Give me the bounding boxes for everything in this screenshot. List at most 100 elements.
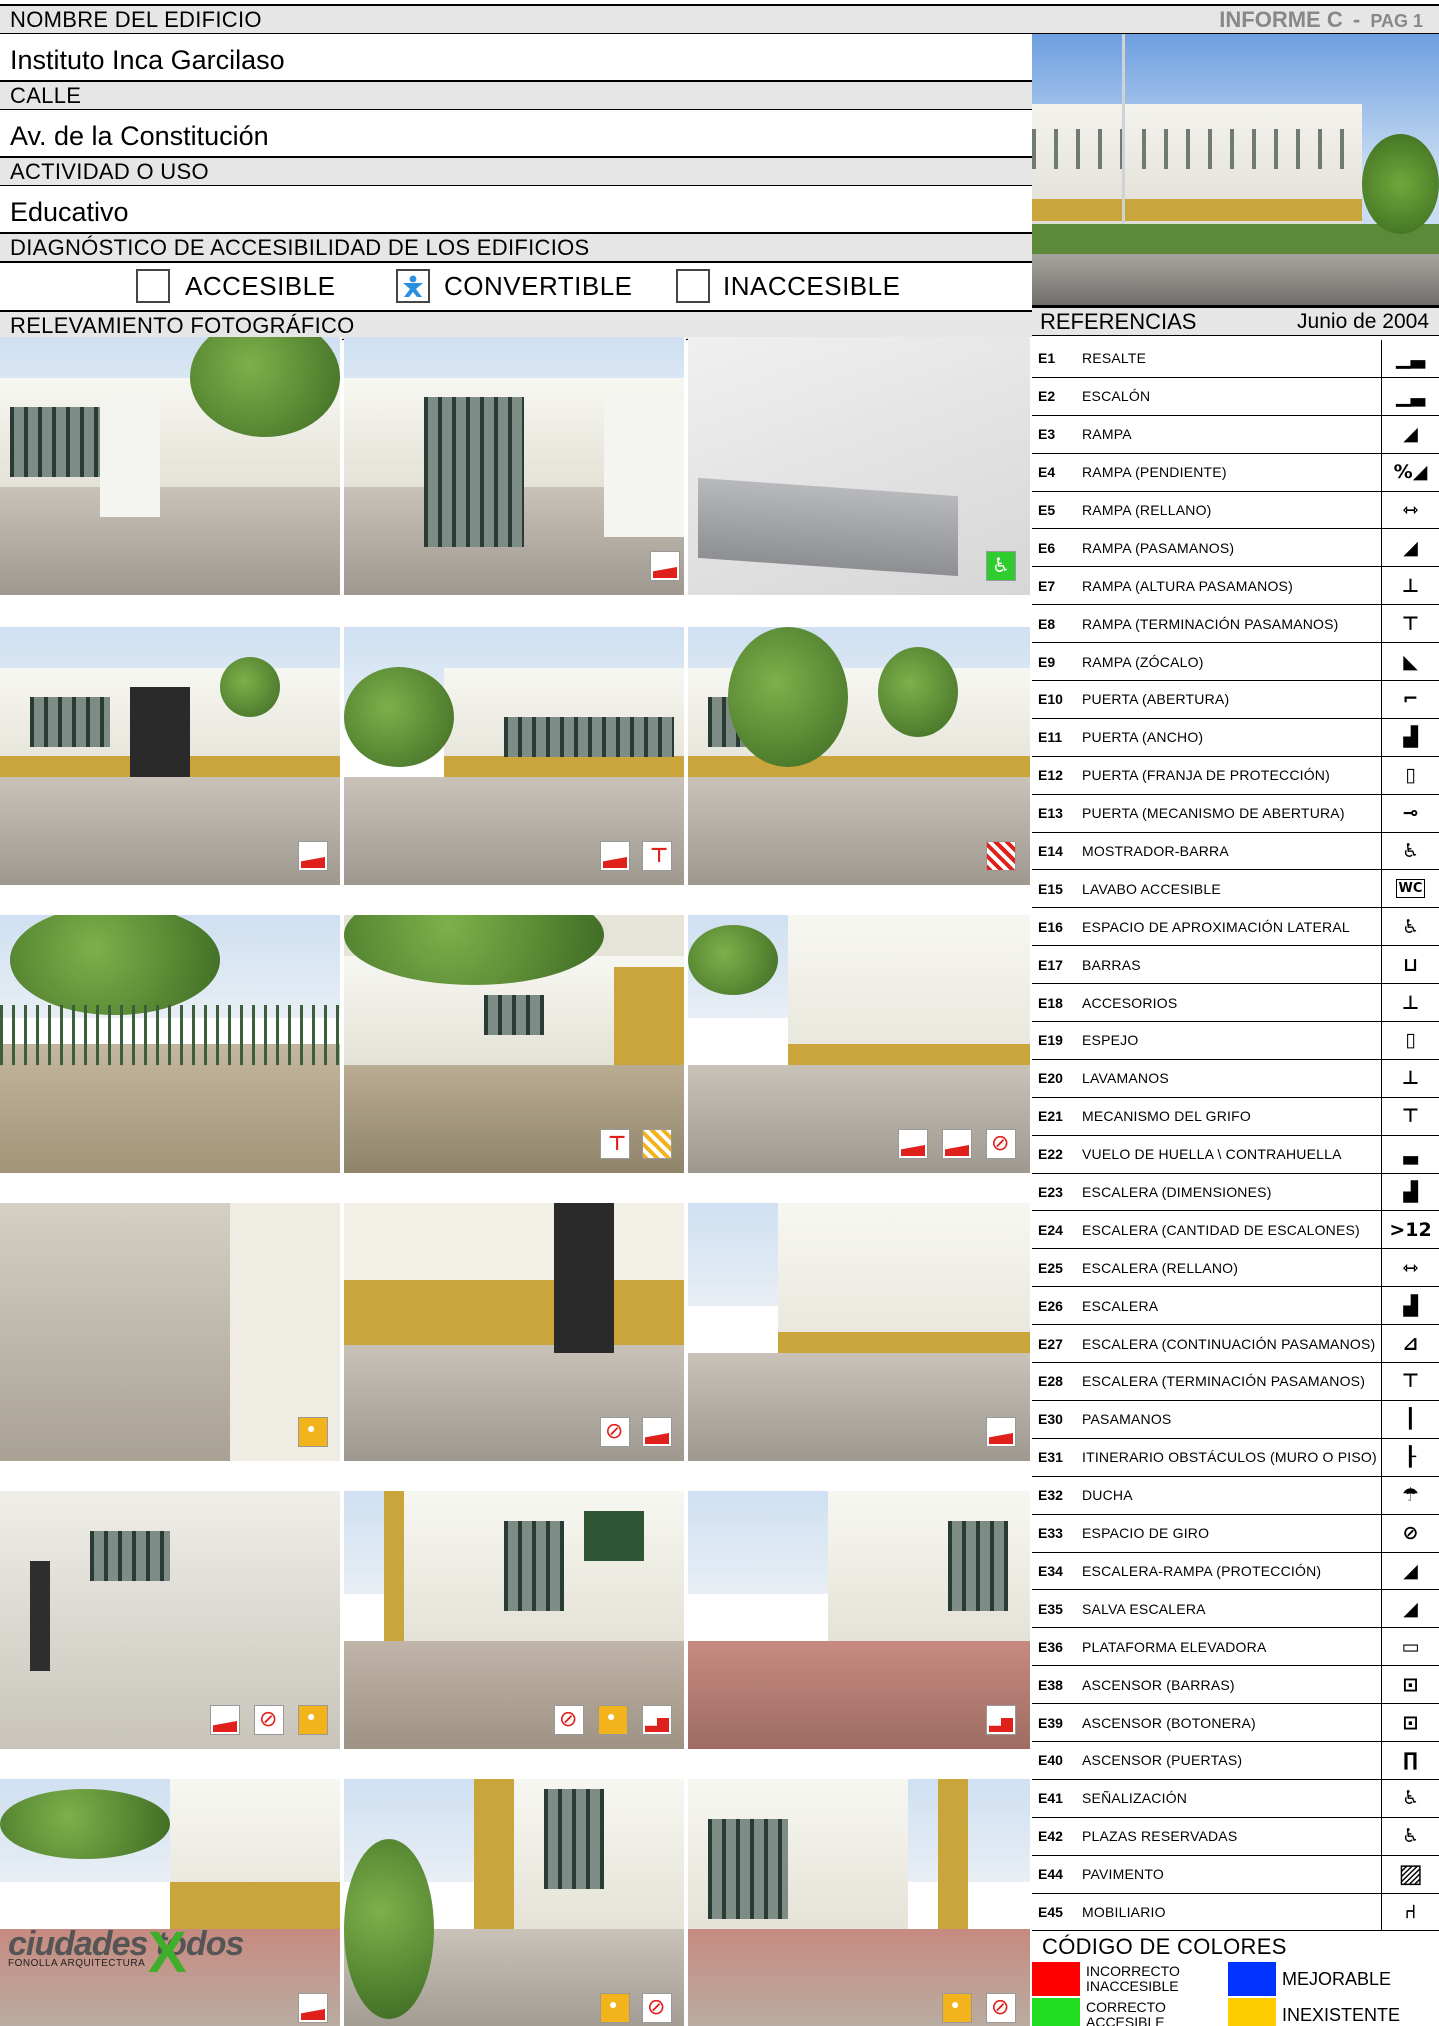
reference-code: E2 xyxy=(1038,388,1056,405)
survey-photo[interactable] xyxy=(344,1779,686,2026)
stair-lift-icon: ◢ xyxy=(1381,1590,1439,1628)
reference-name: LAVABO ACCESIBLE xyxy=(1082,880,1221,897)
reference-name: LAVAMANOS xyxy=(1082,1070,1169,1087)
report-page: PAG 1 xyxy=(1370,11,1423,31)
reference-code: E12 xyxy=(1038,767,1063,784)
turning-space-badge xyxy=(254,1705,284,1735)
pavement-icon: ▨ xyxy=(1381,1855,1439,1893)
grab-bars-icon: ⊔ xyxy=(1381,946,1439,984)
reference-code: E34 xyxy=(1038,1562,1063,1579)
incorrect-badge xyxy=(942,1129,972,1159)
survey-photo[interactable] xyxy=(688,1203,1032,1461)
reference-row: E41 SEÑALIZACIÓN ♿ xyxy=(1032,1779,1439,1818)
survey-photo[interactable] xyxy=(688,1779,1032,2026)
reference-row: E1 RESALTE ▁▃ xyxy=(1032,340,1439,378)
turning-space-badge xyxy=(986,1993,1016,2023)
accessories-icon: ⊥ xyxy=(1381,984,1439,1022)
yellow-swatch xyxy=(1228,1998,1276,2026)
photo-survey-label: RELEVAMIENTO FOTOGRÁFICO xyxy=(0,310,1032,340)
reference-row: E7 RAMPA (ALTURA PASAMANOS) ⊥ xyxy=(1032,567,1439,606)
reference-code: E8 xyxy=(1038,615,1056,632)
survey-photo[interactable] xyxy=(0,627,342,885)
survey-photo[interactable] xyxy=(0,1203,342,1461)
incorrect-badge xyxy=(986,1417,1016,1447)
reference-name: RAMPA (TERMINACIÓN PASAMANOS) xyxy=(1082,615,1339,632)
reference-code: E26 xyxy=(1038,1297,1063,1314)
missing-badge xyxy=(298,1705,328,1735)
reference-name: DUCHA xyxy=(1082,1487,1133,1504)
survey-photo[interactable] xyxy=(0,1491,342,1749)
reference-name: MOBILIARIO xyxy=(1082,1903,1166,1920)
reference-row: E10 PUERTA (ABERTURA) ⌐ xyxy=(1032,681,1439,719)
handrail-incorrect-badge xyxy=(642,841,672,871)
survey-photo[interactable] xyxy=(0,337,342,595)
step-icon: ▁▃ xyxy=(1381,340,1439,377)
reference-code: E20 xyxy=(1038,1070,1063,1087)
reference-name: PLATAFORMA ELEVADORA xyxy=(1082,1638,1267,1655)
reference-code: E16 xyxy=(1038,918,1063,935)
report-separator: - xyxy=(1352,7,1361,32)
reference-code: E10 xyxy=(1038,691,1063,708)
reference-code: E13 xyxy=(1038,805,1063,822)
reference-code: E24 xyxy=(1038,1221,1063,1238)
reference-name: RAMPA (PENDIENTE) xyxy=(1082,464,1227,481)
reference-name: VUELO DE HUELLA \ CONTRAHUELLA xyxy=(1082,1146,1342,1163)
reference-name: ESPACIO DE GIRO xyxy=(1082,1525,1210,1542)
survey-photo[interactable] xyxy=(344,627,686,885)
color-code-grid: INCORRECTO INACCESIBLE MEJORABLE CORRECT… xyxy=(1032,1962,1439,2026)
survey-photo[interactable] xyxy=(688,1491,1032,1749)
check-x-icon xyxy=(403,275,423,297)
stair-dimensions-icon: ▟ xyxy=(1381,1173,1439,1211)
reference-row: E16 ESPACIO DE APROXIMACIÓN LATERAL ♿ xyxy=(1032,908,1439,947)
reference-name: ESCALÓN xyxy=(1082,388,1151,405)
report-title: INFORME C xyxy=(1219,7,1343,32)
survey-photo[interactable] xyxy=(344,1203,686,1461)
tread-icon: ▃ xyxy=(1381,1135,1439,1173)
handrail-icon: ┃ xyxy=(1381,1400,1439,1438)
color-label: INCORRECTO INACCESIBLE xyxy=(1086,1963,1180,1994)
reference-name: BARRAS xyxy=(1082,956,1141,973)
reference-code: E23 xyxy=(1038,1184,1063,1201)
incorrect-badge xyxy=(298,841,328,871)
survey-photo[interactable] xyxy=(344,337,686,595)
reference-row: E33 ESPACIO DE GIRO ⊘ xyxy=(1032,1514,1439,1553)
logo-x-icon: X xyxy=(148,1920,187,1985)
photo-row xyxy=(0,627,1032,885)
incorrect-badge xyxy=(642,1417,672,1447)
stair-count-icon: >12 xyxy=(1381,1211,1439,1249)
reference-row: E14 MOSTRADOR-BARRA ♿ xyxy=(1032,832,1439,871)
reference-row: E25 ESCALERA (RELLANO) ⇿ xyxy=(1032,1249,1439,1288)
reference-row: E24 ESCALERA (CANTIDAD DE ESCALONES) >12 xyxy=(1032,1211,1439,1250)
reference-code: E5 xyxy=(1038,502,1056,518)
inaccesible-checkbox[interactable] xyxy=(676,269,710,303)
color-code-item: MEJORABLE xyxy=(1228,1962,1439,1996)
survey-photo[interactable] xyxy=(688,627,1032,885)
reference-name: ESCALERA-RAMPA (PROTECCIÓN) xyxy=(1082,1562,1322,1579)
ramp-handrail-icon: ◢ xyxy=(1381,529,1439,567)
door-handle-icon: ⊸ xyxy=(1381,794,1439,832)
step-incorrect-badge xyxy=(642,1705,672,1735)
survey-photo[interactable] xyxy=(344,915,686,1173)
reference-name: ESCALERA (CANTIDAD DE ESCALONES) xyxy=(1082,1221,1360,1238)
reference-code: E44 xyxy=(1038,1866,1063,1883)
convertible-checkbox[interactable] xyxy=(396,269,430,303)
survey-photo[interactable] xyxy=(344,1491,686,1749)
building-main-photo[interactable] xyxy=(1032,34,1439,306)
reference-row: E19 ESPEJO ▯ xyxy=(1032,1022,1439,1060)
photo-row xyxy=(0,1203,1032,1461)
convertible-label: CONVERTIBLE xyxy=(444,271,633,301)
turning-space-badge xyxy=(554,1705,584,1735)
survey-photo[interactable] xyxy=(0,915,342,1173)
reference-name: SALVA ESCALERA xyxy=(1082,1600,1206,1617)
survey-photo[interactable] xyxy=(688,915,1032,1173)
survey-photo[interactable]: ♿ xyxy=(688,337,1032,595)
accesible-checkbox[interactable] xyxy=(136,269,170,303)
reference-code: E36 xyxy=(1038,1638,1063,1655)
reference-code: E25 xyxy=(1038,1259,1063,1276)
reference-name: ASCENSOR (BOTONERA) xyxy=(1082,1714,1256,1731)
counter-icon: ♿ xyxy=(1381,832,1439,870)
reserved-parking-icon: ♿ xyxy=(1381,1817,1439,1855)
reference-code: E17 xyxy=(1038,956,1063,973)
signage-icon: ♿ xyxy=(1381,1779,1439,1817)
ramp-landing-icon: ⇿ xyxy=(1381,491,1439,529)
